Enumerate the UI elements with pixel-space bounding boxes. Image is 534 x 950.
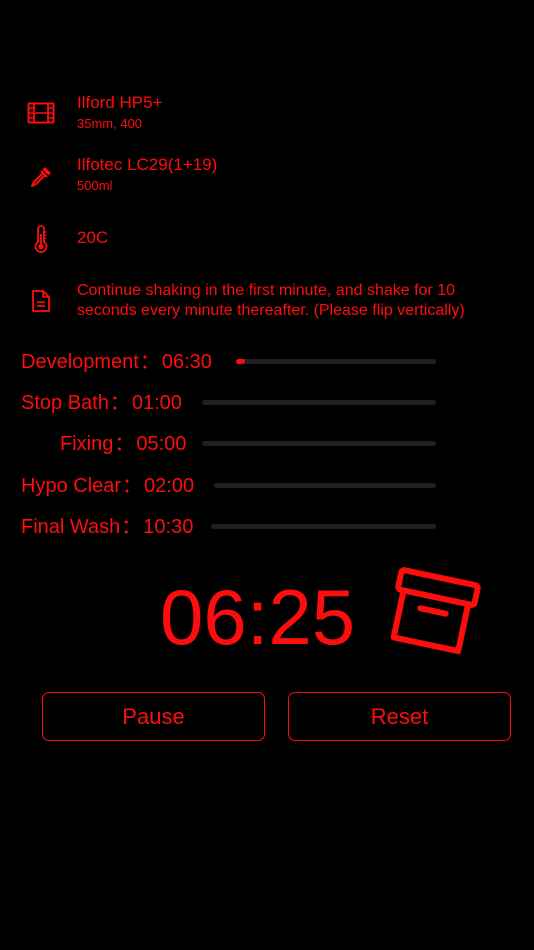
step-separator: ：: [122, 475, 143, 497]
pause-button[interactable]: Pause: [42, 692, 265, 741]
progress-fill: [236, 359, 245, 364]
storage-box-icon: [384, 565, 482, 657]
instructions-text: Continue shaking in the first minute, an…: [77, 282, 465, 319]
progress-bar-hypo-clear: [214, 483, 436, 488]
step-separator: ：: [109, 392, 130, 414]
film-detail: 35mm, 400: [77, 116, 143, 131]
step-final-wash: Final Wash： 10:30: [21, 515, 193, 539]
film-name: Ilford HP5+: [77, 93, 163, 112]
step-time: 05:00: [136, 433, 187, 455]
developer-name: Ilfotec LC29(1+19): [77, 155, 218, 174]
step-hypo-clear: Hypo Clear： 02:00: [21, 474, 194, 498]
step-separator: ：: [121, 516, 142, 538]
step-separator: ：: [139, 351, 160, 373]
progress-bar-stop-bath: [202, 400, 436, 405]
progress-bar-fixing: [202, 441, 436, 446]
step-label: Development: [21, 351, 139, 373]
step-label: Fixing: [60, 433, 114, 455]
step-time: 02:00: [144, 475, 195, 497]
countdown-timer: 06:25: [160, 573, 356, 661]
developer-detail: 500ml: [77, 178, 113, 193]
step-label: Hypo Clear: [21, 475, 122, 497]
film-icon: [26, 98, 56, 128]
reset-button[interactable]: Reset: [288, 692, 511, 741]
step-label: Stop Bath: [21, 392, 109, 414]
step-stop-bath: Stop Bath： 01:00: [21, 391, 182, 415]
progress-bar-final-wash: [211, 524, 436, 529]
step-time: 10:30: [143, 516, 194, 538]
step-time: 06:30: [161, 351, 212, 373]
thermometer-icon: [26, 224, 56, 254]
step-separator: ：: [114, 433, 135, 455]
step-fixing: Fixing： 05:00: [60, 432, 186, 456]
step-time: 01:00: [131, 392, 182, 414]
progress-bar-development: [236, 359, 436, 364]
document-icon: [26, 286, 56, 316]
dropper-icon: [26, 162, 56, 192]
step-label: Final Wash: [21, 516, 121, 538]
temperature-value: 20C: [77, 228, 109, 247]
step-development: Development： 06:30: [21, 350, 212, 374]
